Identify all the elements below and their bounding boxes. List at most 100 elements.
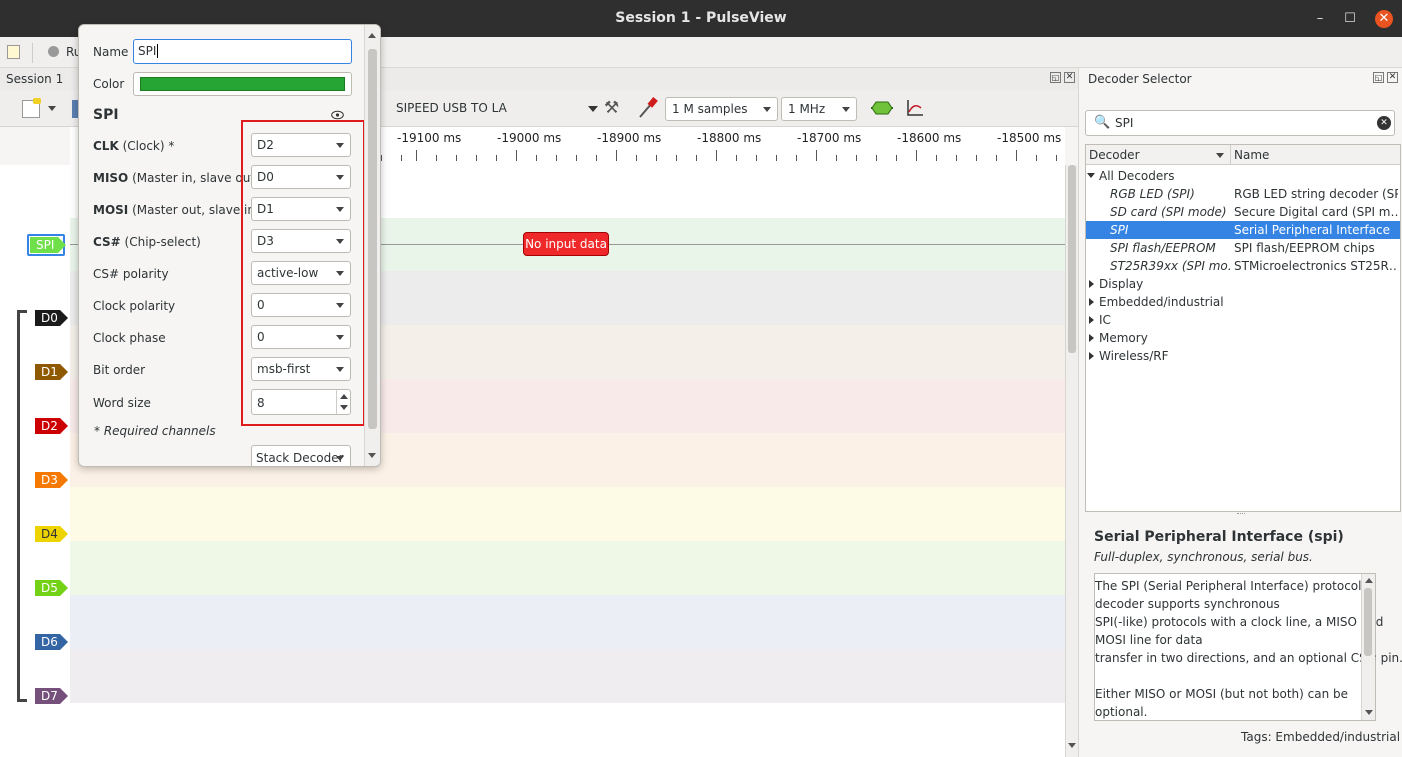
float-icon[interactable]: ◱ <box>1373 72 1384 83</box>
channel-label-d0[interactable]: D0 <box>35 310 60 326</box>
channel-label-d3[interactable]: D3 <box>35 472 60 488</box>
d5-trace-row <box>70 541 1065 595</box>
option-label-text: (Master out, slave in) <box>128 203 260 217</box>
option-label: MOSI (Master out, slave in) <box>93 203 260 217</box>
sample-count-combo[interactable]: 1 M samples <box>665 97 778 121</box>
ruler-label: -18600 ms <box>897 131 962 145</box>
popup-scrollbar[interactable] <box>364 25 380 466</box>
scroll-up-icon[interactable] <box>1365 578 1373 583</box>
spi-trace-label[interactable]: SPI <box>30 237 58 253</box>
ruler-tick <box>916 150 917 161</box>
channel-label-arrow <box>60 310 68 326</box>
decoder-row[interactable]: SPI flash/EEPROM SPI flash/EEPROM chips <box>1086 239 1400 257</box>
float-icon[interactable]: ◱ <box>1050 72 1061 83</box>
decoder-name-input[interactable]: SPI <box>133 39 352 64</box>
channel-label-arrow <box>60 418 68 434</box>
decoder-id: ST25R39xx (SPI mo… <box>1110 259 1230 273</box>
probe-icon[interactable] <box>638 97 658 119</box>
decoder-title: SPI <box>93 107 119 123</box>
decoder-row[interactable]: ST25R39xx (SPI mo… STMicroelectronics ST2… <box>1086 257 1400 275</box>
trace-scrollbar[interactable] <box>1065 165 1078 757</box>
decoder-row[interactable]: SPI Serial Peripheral Interface <box>1086 221 1400 239</box>
sample-rate-combo[interactable]: 1 MHz <box>781 97 857 121</box>
ruler-tick <box>956 155 957 161</box>
open-file-icon[interactable] <box>22 98 41 118</box>
clear-search-icon[interactable]: ✕ <box>1377 116 1391 130</box>
description-line: The SPI (Serial Peripheral Interface) pr… <box>1095 579 1362 593</box>
category-row[interactable]: IC <box>1086 311 1400 329</box>
eye-icon[interactable] <box>331 109 344 120</box>
ruler-tick <box>976 155 977 161</box>
ruler-tick <box>696 155 697 161</box>
color-picker-button[interactable] <box>133 72 352 96</box>
ruler-tick <box>736 155 737 161</box>
channel-label-d1[interactable]: D1 <box>35 364 60 380</box>
channel-label-d4[interactable]: D4 <box>35 526 60 542</box>
category-row[interactable]: Display <box>1086 275 1400 293</box>
column-header-decoder[interactable]: Decoder <box>1086 145 1231 165</box>
option-label-key: CLK <box>93 139 119 153</box>
spi-label-arrow <box>58 237 66 253</box>
column-header-name[interactable]: Name <box>1231 145 1400 165</box>
option-label: CLK (Clock) * <box>93 139 174 153</box>
channel-label-d2[interactable]: D2 <box>35 418 60 434</box>
close-icon[interactable]: ✕ <box>1387 72 1398 83</box>
category-row[interactable]: Embedded/industrial <box>1086 293 1400 311</box>
category-row[interactable]: Wireless/RF <box>1086 347 1400 365</box>
decoder-row[interactable]: SD card (SPI mode) Secure Digital card (S… <box>1086 203 1400 221</box>
ruler-tick <box>401 155 402 161</box>
ruler-tick <box>416 150 417 161</box>
name-label: Name <box>93 45 129 59</box>
session-tab[interactable]: Session 1 <box>6 72 63 86</box>
close-icon[interactable]: ✕ <box>1064 72 1075 83</box>
stack-decoder-combo[interactable]: Stack Decoder <box>251 445 351 466</box>
channel-group-bracket[interactable] <box>17 310 27 702</box>
column-header-decoder-label: Decoder <box>1089 148 1140 162</box>
maximize-button[interactable]: ☐ <box>1341 10 1359 28</box>
ruler-tick <box>936 155 937 161</box>
device-name: SIPEED USB TO LA <box>396 101 507 115</box>
description-line: optional. <box>1095 705 1148 719</box>
scroll-down-icon[interactable] <box>368 453 376 458</box>
decoder-name: Serial Peripheral Interface <box>1234 223 1390 237</box>
decoder-description-title: Serial Peripheral Interface (spi) <box>1094 529 1344 545</box>
channel-label-d7[interactable]: D7 <box>35 688 60 704</box>
configure-device-icon[interactable]: ⚒ <box>604 98 619 118</box>
description-line: decoder supports synchronous <box>1095 597 1280 611</box>
scroll-thumb[interactable] <box>1068 165 1076 353</box>
decoder-row[interactable]: RGB LED (SPI) RGB LED string decoder (SPI… <box>1086 185 1400 203</box>
ruler-tick <box>456 155 457 161</box>
category-all-decoders[interactable]: All Decoders <box>1086 167 1400 185</box>
ruler-label: -19000 ms <box>497 131 562 145</box>
channel-label-d5[interactable]: D5 <box>35 580 60 596</box>
scroll-thumb[interactable] <box>368 49 377 429</box>
chevron-down-icon[interactable] <box>48 106 56 111</box>
channel-label-d6[interactable]: D6 <box>35 634 60 650</box>
sample-count-value: 1 M samples <box>672 102 748 116</box>
device-selector[interactable]: SIPEED USB TO LA <box>390 97 600 121</box>
option-label-text: CS# polarity <box>93 267 169 281</box>
category-row[interactable]: Memory <box>1086 329 1400 347</box>
ruler-tick <box>576 155 577 161</box>
scroll-up-icon[interactable] <box>368 33 376 38</box>
ruler-tick <box>656 155 657 161</box>
no-input-data-annotation: No input data <box>523 232 609 256</box>
close-button[interactable]: ✕ <box>1375 10 1393 28</box>
scroll-down-icon[interactable] <box>1068 743 1076 748</box>
word-size-label: Word size <box>93 396 151 410</box>
description-scrollbar[interactable] <box>1361 574 1375 720</box>
run-icon[interactable] <box>48 46 59 57</box>
math-signal-icon[interactable] <box>905 98 925 118</box>
channel-label-arrow <box>60 526 68 542</box>
scroll-thumb[interactable] <box>1364 588 1372 656</box>
option-label: MISO (Master in, slave out) <box>93 171 260 185</box>
category-label: Wireless/RF <box>1099 349 1169 363</box>
decoder-search-input[interactable]: 🔍 SPI ✕ <box>1085 110 1395 136</box>
add-decoder-icon[interactable] <box>871 100 893 116</box>
splitter-handle[interactable] <box>1237 513 1245 516</box>
minimize-button[interactable]: – <box>1311 10 1329 28</box>
new-session-icon[interactable] <box>7 45 20 59</box>
decoder-description-box: The SPI (Serial Peripheral Interface) pr… <box>1094 573 1402 721</box>
scroll-down-icon[interactable] <box>1365 710 1373 715</box>
expanded-icon <box>1087 173 1095 178</box>
